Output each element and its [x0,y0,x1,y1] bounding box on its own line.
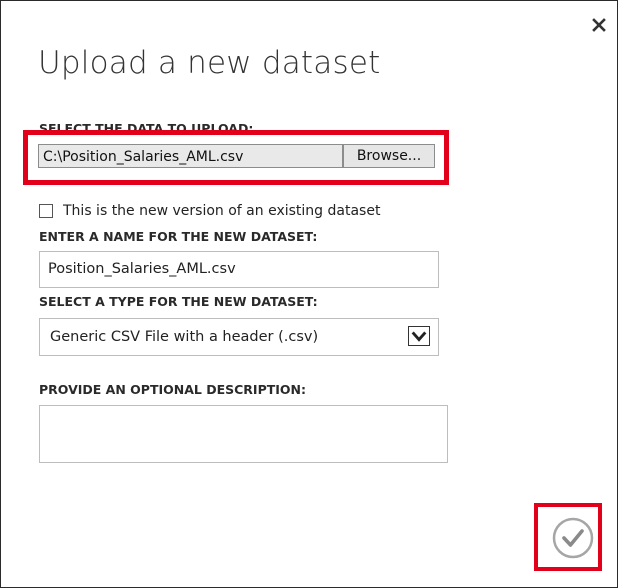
chevron-down-icon [411,331,427,342]
description-label: PROVIDE AN OPTIONAL DESCRIPTION: [39,382,306,397]
dataset-type-label: SELECT A TYPE FOR THE NEW DATASET: [39,294,318,309]
dataset-type-select[interactable]: Generic CSV File with a header (.csv) [39,318,439,356]
description-textarea[interactable] [39,405,448,463]
dropdown-arrow-button[interactable] [408,326,430,346]
new-version-option[interactable]: This is the new version of an existing d… [39,202,380,220]
new-version-checkbox[interactable] [39,204,53,218]
new-version-label: This is the new version of an existing d… [63,203,381,219]
checkmark-circle-icon[interactable] [552,517,594,559]
dataset-name-label: ENTER A NAME FOR THE NEW DATASET: [39,229,318,244]
dataset-name-input[interactable]: Position_Salaries_AML.csv [39,251,439,288]
file-path-field[interactable]: C:\Position_Salaries_AML.csv [38,144,343,168]
close-icon[interactable] [591,17,607,33]
dataset-type-value: Generic CSV File with a header (.csv) [50,329,319,345]
browse-button[interactable]: Browse... [343,144,435,168]
dialog-title: Upload a new dataset [38,45,381,81]
upload-dataset-dialog: Upload a new dataset SELECT THE DATA TO … [0,0,618,588]
